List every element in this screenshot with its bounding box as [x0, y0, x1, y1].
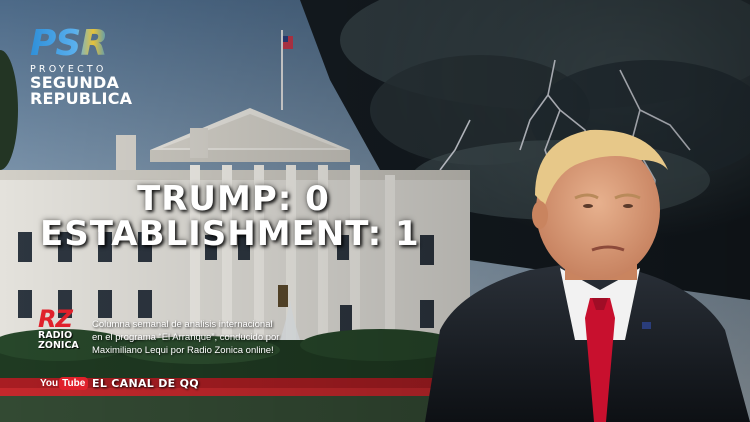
- description-line-2: en el programa “El Arranque”, conducido …: [92, 332, 280, 343]
- psr-logo-mark: PSR: [30, 26, 145, 62]
- program-description: Columna semanal de analisis internaciona…: [92, 318, 332, 357]
- headline: TRUMP: 0 ESTABLISHMENT: 1: [40, 182, 440, 252]
- rz-badge: RZ: [38, 305, 73, 333]
- channel-name: EL CANAL DE QQ: [92, 377, 199, 390]
- description-line-3: Maximiliano Lequi por Radio Zonica onlin…: [92, 345, 274, 356]
- youtube-logo-tube: Tube: [59, 376, 89, 390]
- radio-zonica-logo: RZ RADIO ZONICA: [38, 307, 86, 351]
- psr-logo: PSR PROYECTO SEGUNDA REPUBLICA: [30, 26, 145, 107]
- logo-text-republica: REPUBLICA: [30, 89, 133, 108]
- youtube-logo-you: You: [40, 377, 59, 389]
- thumbnail-canvas: PSR PROYECTO SEGUNDA REPUBLICA TRUMP: 0 …: [0, 0, 750, 422]
- headline-line-1: TRUMP: 0: [137, 179, 330, 219]
- description-line-1: Columna semanal de analisis internaciona…: [92, 319, 273, 330]
- headline-line-2: ESTABLISHMENT: 1: [40, 214, 420, 254]
- youtube-logo: You Tube: [40, 374, 89, 392]
- radio-name-line-2: ZONICA: [38, 340, 79, 351]
